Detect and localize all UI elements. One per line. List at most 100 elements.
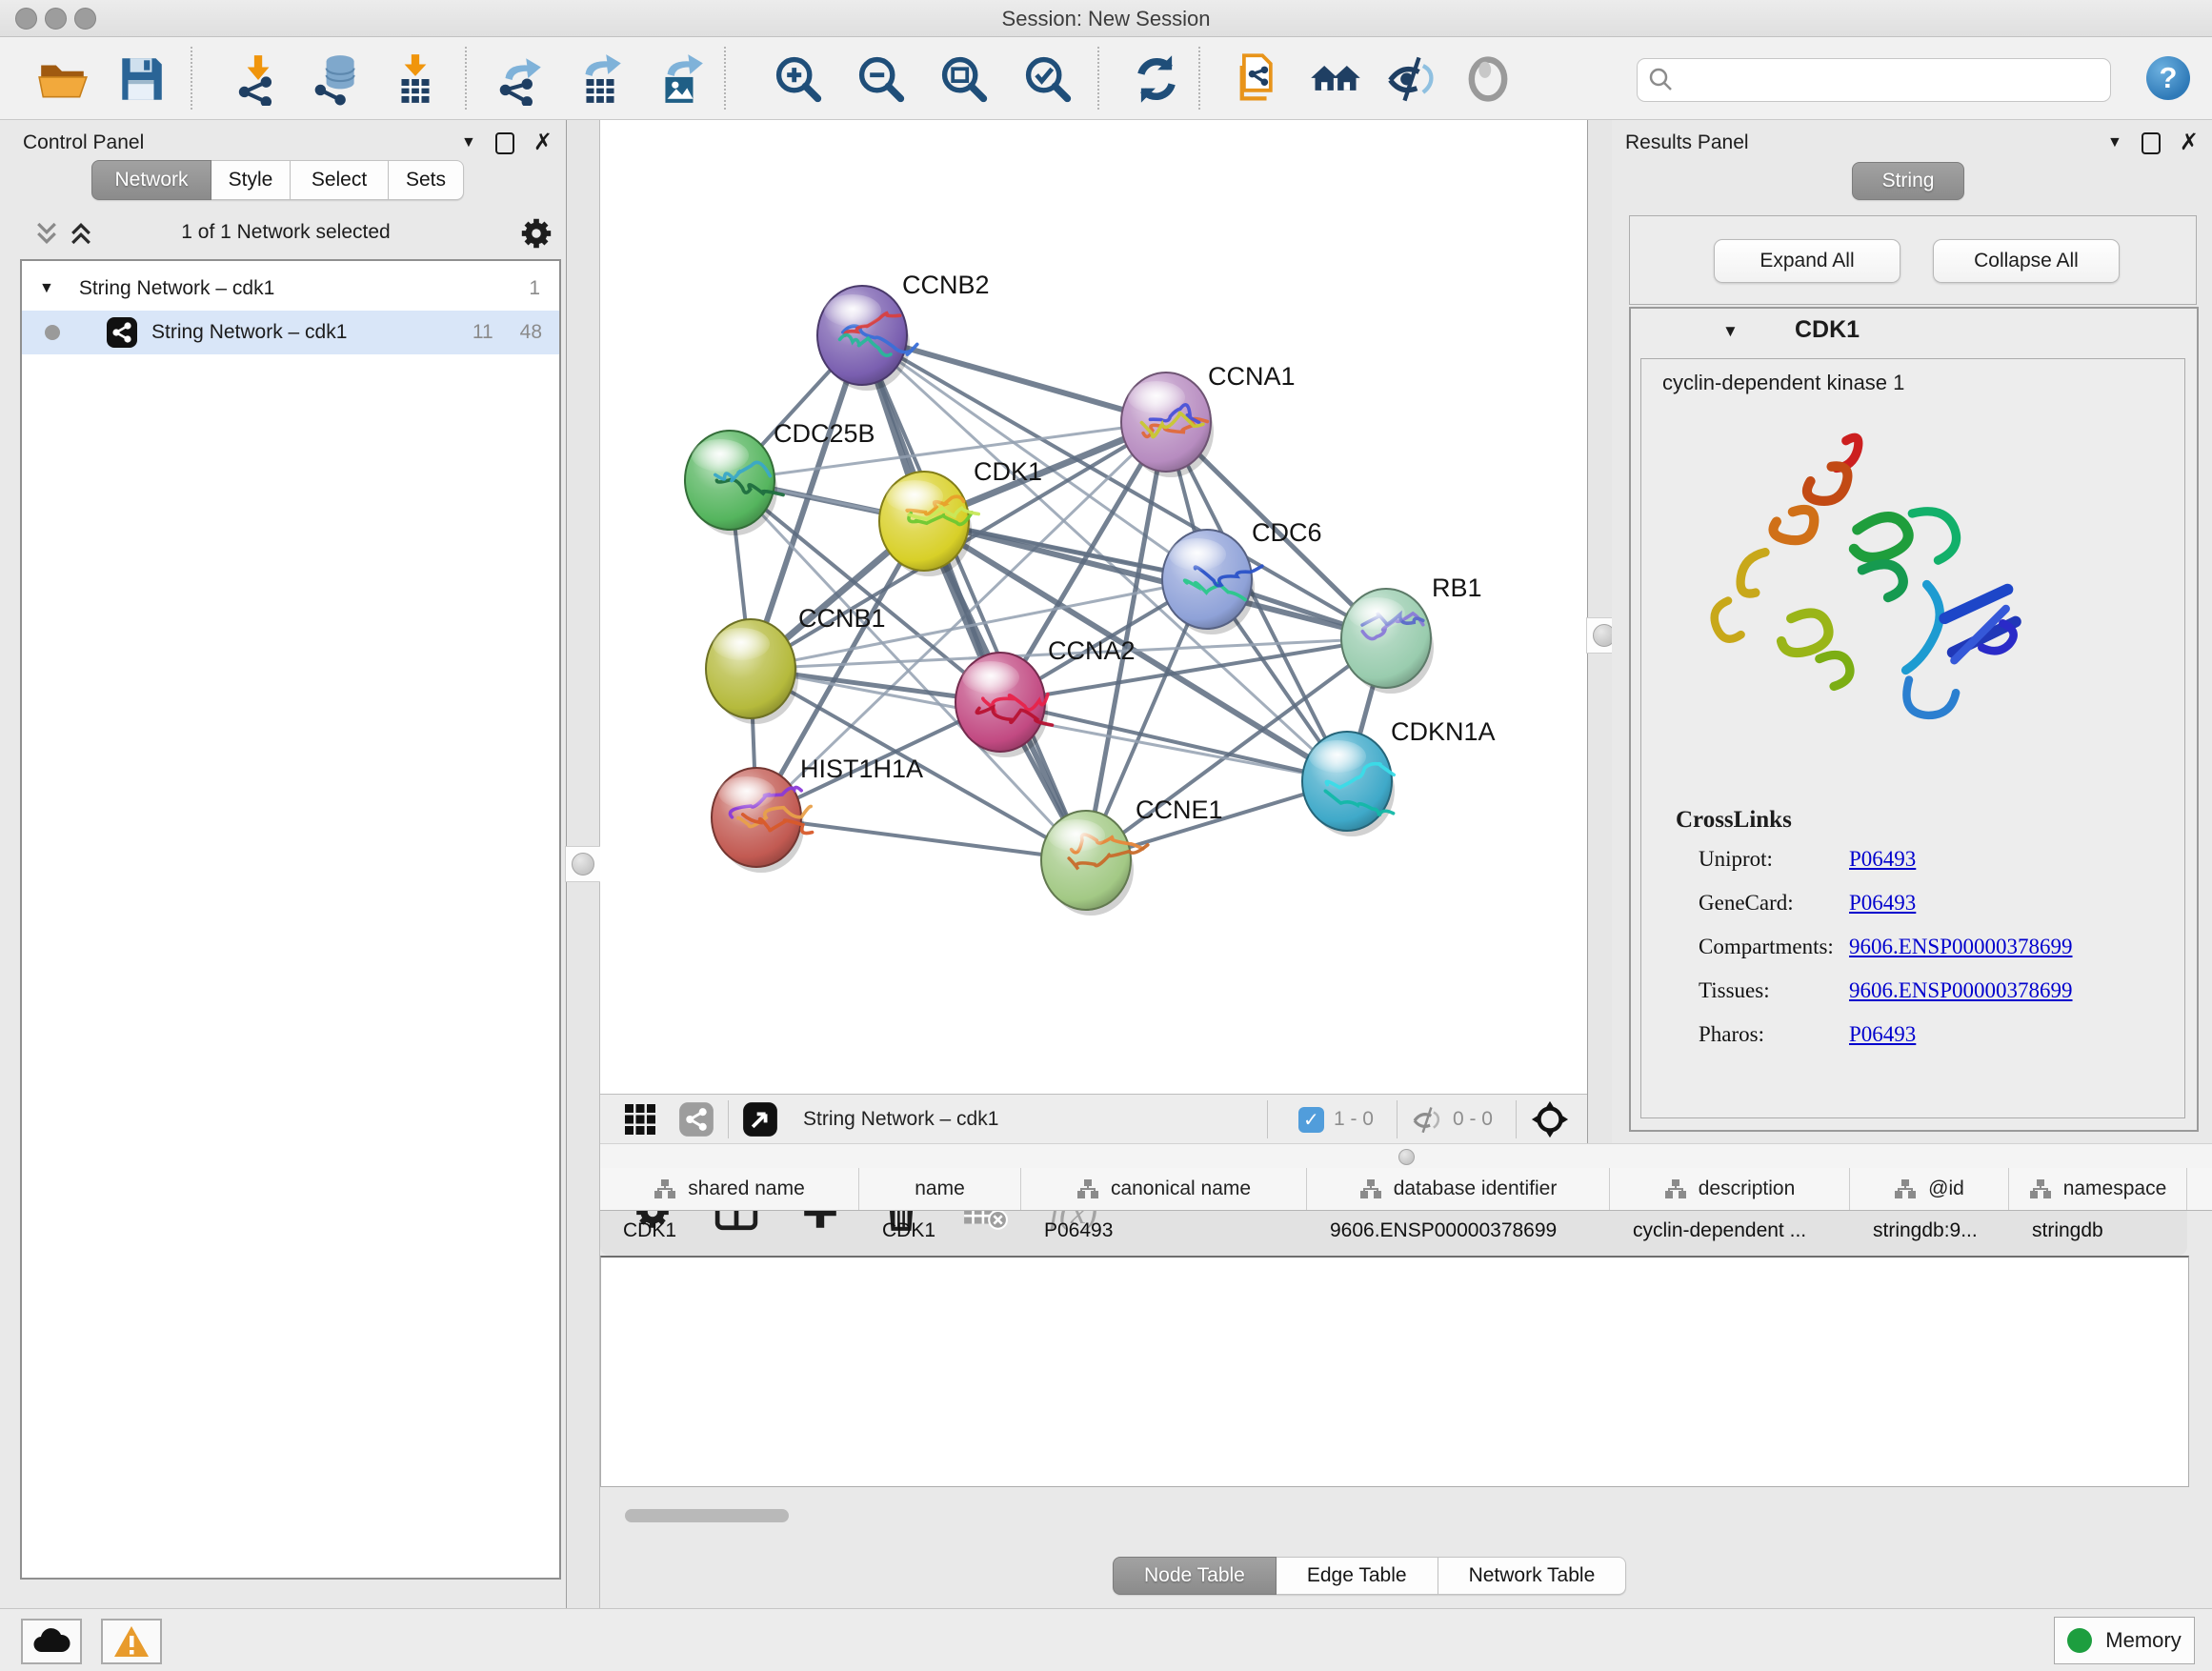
tab-string[interactable]: String bbox=[1852, 162, 1964, 200]
network-selected-status: 1 of 1 Network selected bbox=[114, 221, 457, 244]
panel-close-icon[interactable]: ✗ bbox=[2180, 131, 2199, 154]
gene-section-title[interactable]: CDK1 bbox=[1795, 316, 1860, 344]
column-header-description[interactable]: description bbox=[1610, 1168, 1850, 1210]
memory-button[interactable]: Memory bbox=[2054, 1617, 2195, 1664]
help-button[interactable]: ? bbox=[2146, 56, 2190, 100]
network-canvas[interactable]: CCNB2CCNA1CDC25BCDK1CDC6RB1CCNB1CCNA2CDK… bbox=[600, 120, 1587, 1094]
edge-CCNA2-CDKN1A[interactable] bbox=[1000, 702, 1347, 781]
crosslink-link[interactable]: P06493 bbox=[1849, 891, 1916, 916]
panel-float-icon[interactable] bbox=[495, 132, 514, 154]
table-horizontal-scrollbar[interactable] bbox=[625, 1509, 789, 1522]
node-CDC6[interactable] bbox=[1162, 530, 1262, 634]
duplicate-network-button[interactable] bbox=[1231, 50, 1288, 108]
network-collection-row[interactable]: ▼ String Network – cdk1 1 bbox=[22, 267, 559, 311]
crosslink-link[interactable]: P06493 bbox=[1849, 1022, 1916, 1047]
crosslink-link[interactable]: 9606.ENSP00000378699 bbox=[1849, 978, 2073, 1003]
column-header-name[interactable]: name bbox=[859, 1168, 1021, 1210]
node-CCNA1[interactable] bbox=[1121, 372, 1214, 477]
crosslink-link[interactable]: 9606.ENSP00000378699 bbox=[1849, 935, 2073, 959]
crosslink-link[interactable]: P06493 bbox=[1849, 847, 1916, 872]
collapse-all-button[interactable]: Collapse All bbox=[1933, 239, 2120, 283]
tab-network[interactable]: Network bbox=[91, 160, 211, 200]
section-collapse-icon[interactable]: ▼ bbox=[1722, 322, 1739, 341]
edge-HIST1H1A-CCNE1[interactable] bbox=[756, 817, 1086, 860]
left-splitter[interactable] bbox=[566, 120, 600, 1608]
warning-status-button[interactable] bbox=[101, 1619, 162, 1664]
search-input[interactable] bbox=[1685, 61, 2110, 99]
zoom-fit-button[interactable] bbox=[935, 50, 993, 108]
panel-float-icon[interactable] bbox=[2142, 132, 2161, 154]
table-cell[interactable]: stringdb:9... bbox=[1850, 1210, 2009, 1252]
network-status-dot bbox=[45, 325, 60, 340]
node-HIST1H1A[interactable] bbox=[712, 768, 813, 873]
zoom-selected-button[interactable] bbox=[1019, 50, 1076, 108]
node-CCNA2[interactable] bbox=[955, 653, 1053, 757]
expand-all-tree-icon[interactable] bbox=[67, 219, 95, 248]
cloud-status-button[interactable] bbox=[21, 1619, 82, 1664]
hidden-eye-icon[interactable] bbox=[1411, 1105, 1443, 1134]
tree-expand-icon[interactable]: ▼ bbox=[39, 280, 54, 297]
column-header-shared-name[interactable]: shared name bbox=[600, 1168, 859, 1210]
results-panel-title: Results Panel bbox=[1625, 131, 1749, 154]
tab-edge-table[interactable]: Edge Table bbox=[1277, 1557, 1438, 1595]
table-cell[interactable]: P06493 bbox=[1021, 1210, 1307, 1252]
splitter-handle[interactable] bbox=[565, 846, 601, 882]
selected-counts: 1 - 0 bbox=[1334, 1108, 1374, 1131]
column-header-canonical-name[interactable]: canonical name bbox=[1021, 1168, 1307, 1210]
apply-layout-button[interactable] bbox=[1128, 50, 1185, 108]
node-CDKN1A[interactable] bbox=[1302, 732, 1395, 836]
share-view-icon[interactable] bbox=[678, 1101, 714, 1137]
open-session-button[interactable] bbox=[34, 50, 91, 108]
table-cell[interactable]: stringdb bbox=[2009, 1210, 2187, 1252]
tab-select[interactable]: Select bbox=[291, 160, 389, 200]
show-all-button[interactable] bbox=[1459, 50, 1517, 108]
import-table-button[interactable] bbox=[387, 50, 444, 108]
toolbar-separator bbox=[724, 47, 726, 110]
selected-checkbox[interactable]: ✓ bbox=[1298, 1107, 1324, 1133]
zoom-in-icon bbox=[771, 51, 826, 107]
network-row[interactable]: String Network – cdk1 11 48 bbox=[22, 311, 559, 354]
first-neighbors-button[interactable] bbox=[1307, 50, 1364, 108]
tab-network-table[interactable]: Network Table bbox=[1438, 1557, 1627, 1595]
export-network-button[interactable] bbox=[492, 50, 549, 108]
import-network-button[interactable] bbox=[229, 50, 286, 108]
collapse-all-tree-icon[interactable] bbox=[32, 219, 61, 248]
node-CDK1[interactable] bbox=[879, 472, 978, 576]
splitter-handle[interactable] bbox=[1398, 1149, 1415, 1165]
gear-icon[interactable] bbox=[518, 215, 554, 252]
column-header--id[interactable]: @id bbox=[1850, 1168, 2009, 1210]
detach-view-icon[interactable] bbox=[742, 1101, 778, 1137]
column-header-namespace[interactable]: namespace bbox=[2009, 1168, 2187, 1210]
birdseye-crosshair-icon[interactable] bbox=[1530, 1099, 1570, 1139]
save-session-button[interactable] bbox=[112, 50, 170, 108]
table-cell[interactable]: CDK1 bbox=[859, 1210, 1021, 1252]
table-row[interactable]: CDK1CDK1P064939606.ENSP00000378699cyclin… bbox=[600, 1210, 2212, 1252]
tab-sets[interactable]: Sets bbox=[389, 160, 464, 200]
node-CCNB1[interactable] bbox=[706, 619, 798, 724]
table-cell[interactable]: cyclin-dependent ... bbox=[1610, 1210, 1850, 1252]
node-label-CCNA1: CCNA1 bbox=[1208, 362, 1296, 391]
panel-close-icon[interactable]: ✗ bbox=[533, 131, 553, 154]
zoom-in-button[interactable] bbox=[770, 50, 827, 108]
panel-menu-icon[interactable]: ▼ bbox=[461, 135, 476, 151]
import-database-button[interactable] bbox=[309, 50, 366, 108]
zoom-out-button[interactable] bbox=[853, 50, 910, 108]
tab-node-table[interactable]: Node Table bbox=[1113, 1557, 1277, 1595]
network-view-title: String Network – cdk1 bbox=[803, 1108, 998, 1131]
panel-menu-icon[interactable]: ▼ bbox=[2107, 135, 2122, 151]
expand-all-button[interactable]: Expand All bbox=[1714, 239, 1900, 283]
grid-view-icon[interactable] bbox=[623, 1102, 657, 1137]
hide-selected-button[interactable] bbox=[1383, 50, 1440, 108]
column-header-database-identifier[interactable]: database identifier bbox=[1307, 1168, 1610, 1210]
node-CCNB2[interactable] bbox=[817, 286, 917, 391]
table-cell[interactable]: CDK1 bbox=[600, 1210, 859, 1252]
horizontal-splitter[interactable] bbox=[600, 1143, 2212, 1170]
export-image-icon bbox=[654, 52, 707, 106]
export-image-button[interactable] bbox=[652, 50, 709, 108]
table-cell[interactable]: 9606.ENSP00000378699 bbox=[1307, 1210, 1610, 1252]
duplicate-network-icon bbox=[1232, 51, 1287, 107]
tab-style[interactable]: Style bbox=[211, 160, 291, 200]
search-box[interactable] bbox=[1637, 58, 2111, 102]
node-RB1[interactable] bbox=[1341, 589, 1434, 694]
export-table-button[interactable] bbox=[572, 50, 629, 108]
